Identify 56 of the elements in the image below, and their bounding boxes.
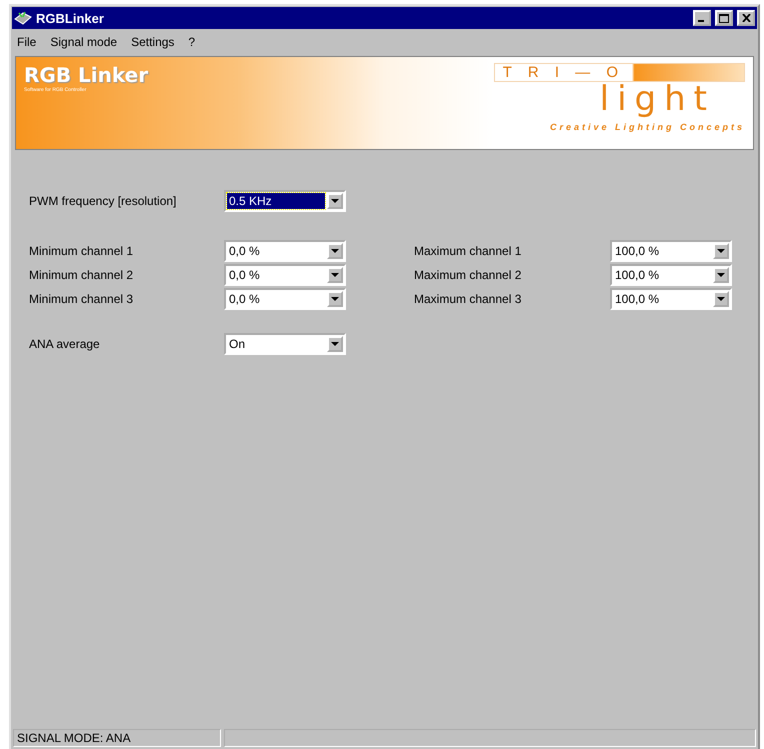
dropdown-value: 100,0 % <box>614 267 660 283</box>
field-label: ANA average <box>29 337 101 351</box>
dropdown-value: 0.5 KHz <box>227 193 325 209</box>
caret-icon <box>331 248 339 254</box>
field-label: Minimum channel 3 <box>29 292 134 306</box>
menu-item[interactable]: File <box>17 35 36 49</box>
caret-icon <box>331 198 339 204</box>
banner-title: RGB Linker <box>24 63 148 87</box>
dropdown[interactable]: 0,0 % <box>224 264 346 286</box>
dropdown[interactable]: 100,0 % <box>610 264 732 286</box>
logo-tagline: Creative Lighting Concepts <box>550 122 745 132</box>
menu-item[interactable]: Settings <box>131 35 174 49</box>
field-label: Maximum channel 1 <box>414 244 522 258</box>
dropdown[interactable]: On <box>224 333 346 355</box>
menu-item[interactable]: Signal mode <box>50 35 118 49</box>
dropdown-arrow-button[interactable] <box>327 267 343 283</box>
dropdown-value: 0,0 % <box>228 243 261 259</box>
close-button[interactable] <box>737 10 755 26</box>
caret-icon <box>717 296 725 302</box>
logo-text: T R I — O <box>494 63 745 82</box>
dropdown[interactable]: 100,0 % <box>610 240 732 262</box>
maximize-icon <box>719 14 729 22</box>
status-pane: SIGNAL MODE: ANA <box>13 729 221 747</box>
caret-icon <box>331 272 339 278</box>
dropdown[interactable]: 0,0 % <box>224 288 346 310</box>
field-label: Minimum channel 1 <box>29 244 134 258</box>
dropdown-arrow-button[interactable] <box>327 193 343 209</box>
menu-item[interactable]: ? <box>188 35 196 49</box>
minimize-button[interactable] <box>693 10 711 26</box>
dropdown-value: 0,0 % <box>228 291 261 307</box>
caret-icon <box>331 296 339 302</box>
dropdown-value: 100,0 % <box>614 291 660 307</box>
dropdown-value: 0,0 % <box>228 267 261 283</box>
caret-icon <box>717 248 725 254</box>
dropdown-arrow-button[interactable] <box>327 291 343 307</box>
dropdown-arrow-button[interactable] <box>713 243 729 259</box>
app-icon <box>14 10 32 26</box>
caret-icon <box>717 272 725 278</box>
caret-icon <box>331 342 339 346</box>
dropdown-value: 100,0 % <box>614 243 660 259</box>
dropdown-value: On <box>228 336 246 352</box>
field-label: PWM frequency [resolution] <box>29 194 178 208</box>
logo-text: light <box>600 82 715 116</box>
field-label: Maximum channel 3 <box>414 292 522 306</box>
window-title: RGBLinker <box>36 10 105 26</box>
field-label: Maximum channel 2 <box>414 268 522 282</box>
dropdown[interactable]: 100,0 % <box>610 288 732 310</box>
close-icon <box>742 14 750 22</box>
maximize-button[interactable] <box>715 10 733 26</box>
dropdown-arrow-button[interactable] <box>713 267 729 283</box>
dropdown[interactable]: 0.5 KHz <box>224 190 346 212</box>
dropdown-arrow-button[interactable] <box>327 243 343 259</box>
dropdown-arrow-button[interactable] <box>713 291 729 307</box>
dropdown-arrow-button[interactable] <box>327 336 343 352</box>
field-label: Minimum channel 2 <box>29 268 134 282</box>
dropdown[interactable]: 0,0 % <box>224 240 346 262</box>
